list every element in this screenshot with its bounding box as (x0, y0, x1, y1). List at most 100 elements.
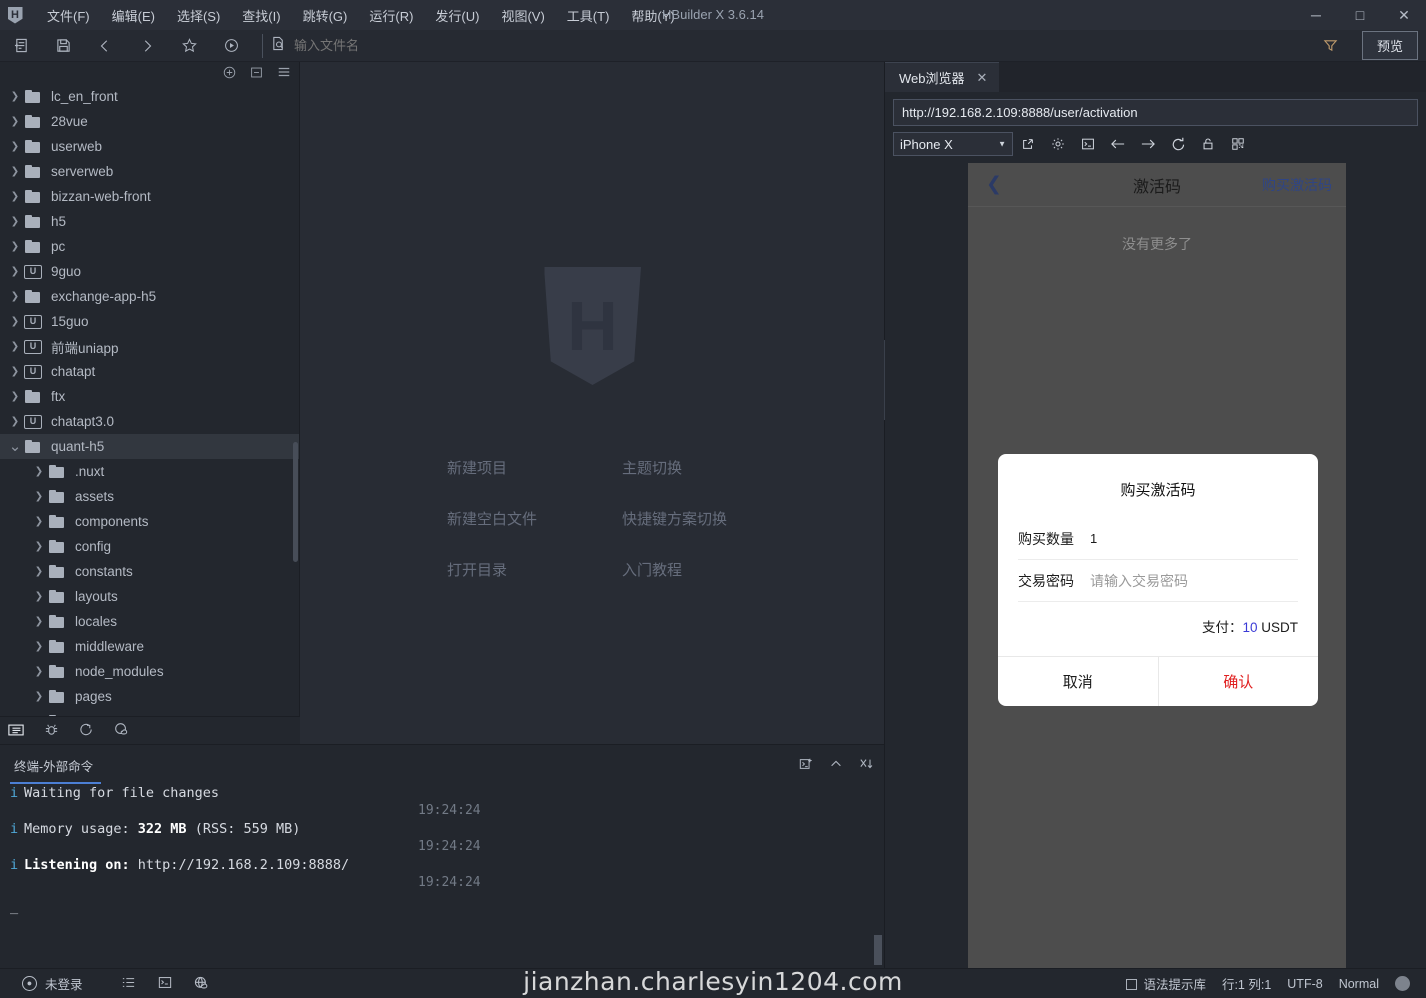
status-account[interactable]: ● 未登录 (0, 974, 83, 993)
tree-item-chatapt[interactable]: ❯ Uchatapt (0, 359, 299, 384)
maximize-button[interactable]: □ (1338, 0, 1382, 30)
chevron-right-icon[interactable]: ❯ (30, 641, 48, 652)
welcome-open-folder[interactable]: 打开目录 (447, 559, 622, 580)
welcome-theme-switch[interactable]: 主题切换 (622, 457, 727, 478)
url-input[interactable] (893, 99, 1418, 126)
tree-item-bizzan-web-front[interactable]: ❯ bizzan-web-front (0, 184, 299, 209)
tree-item-quant-h5[interactable]: ⌄ quant-h5 (0, 434, 299, 459)
modal-row-password[interactable]: 交易密码 请输入交易密码 (1018, 560, 1298, 602)
chevron-right-icon[interactable]: ❯ (6, 391, 24, 402)
chevron-right-icon[interactable]: ❯ (6, 216, 24, 227)
back-icon[interactable] (84, 31, 126, 61)
scroll-bottom-icon[interactable] (859, 757, 874, 773)
welcome-tutorial[interactable]: 入门教程 (622, 559, 727, 580)
qrcode-icon[interactable] (1223, 132, 1253, 156)
new-terminal-icon[interactable] (799, 757, 813, 773)
lock-icon[interactable] (1193, 132, 1223, 156)
tree-item-chatapt3.0[interactable]: ❯ Uchatapt3.0 (0, 409, 299, 434)
chevron-right-icon[interactable]: ❯ (6, 116, 24, 127)
chevron-right-icon[interactable]: ❯ (6, 291, 24, 302)
browser-forward-icon[interactable] (1133, 132, 1163, 156)
tree-item-.nuxt[interactable]: ❯ .nuxt (0, 459, 299, 484)
minimize-button[interactable]: ─ (1294, 0, 1338, 30)
search-input[interactable] (294, 38, 524, 53)
tree-item-assets[interactable]: ❯ assets (0, 484, 299, 509)
browser-icon[interactable] (194, 976, 209, 992)
close-button[interactable]: ✕ (1382, 0, 1426, 30)
terminal-tab[interactable]: 终端-外部命令 (10, 756, 102, 784)
project-manager-icon[interactable] (8, 723, 24, 739)
tree-item-pc[interactable]: ❯ pc (0, 234, 299, 259)
chevron-right-icon[interactable]: ❯ (6, 91, 24, 102)
chevron-right-icon[interactable]: ❯ (6, 191, 24, 202)
terminal-caret[interactable]: _ (10, 899, 884, 917)
cursor-position[interactable]: 行:1 列:1 (1222, 974, 1271, 993)
tree-item-locales[interactable]: ❯ locales (0, 609, 299, 634)
forward-icon[interactable] (126, 31, 168, 61)
chevron-right-icon[interactable]: ❯ (30, 666, 48, 677)
filter-icon[interactable] (1310, 31, 1352, 61)
chevron-right-icon[interactable]: ❯ (30, 591, 48, 602)
tree-item-serverweb[interactable]: ❯ serverweb (0, 159, 299, 184)
tree-item-node_modules[interactable]: ❯ node_modules (0, 659, 299, 684)
file-search-box[interactable] (262, 33, 524, 58)
file-tree[interactable]: ❯ lc_en_front ❯ 28vue ❯ userweb ❯ serverweb ❯ biz… (0, 84, 299, 744)
phone-preview[interactable]: ❮ 激活码 购买激活码 没有更多了 购买激活码 购买数量 1 交易密码 请输入交易密码… (968, 163, 1346, 969)
save-icon[interactable] (42, 31, 84, 61)
welcome-new-project[interactable]: 新建项目 (447, 457, 622, 478)
menu-edit[interactable]: 编辑(E) (101, 3, 166, 28)
chevron-right-icon[interactable]: ❯ (30, 466, 48, 477)
terminal-icon[interactable] (158, 976, 172, 991)
tree-item-ftx[interactable]: ❯ ftx (0, 384, 299, 409)
debug-icon[interactable] (44, 722, 59, 739)
settings-icon[interactable] (1043, 132, 1073, 156)
chevron-left-icon[interactable]: ❮ (986, 175, 1002, 194)
panel-resize-handle[interactable] (884, 340, 888, 420)
modal-row-value[interactable]: 1 (1090, 531, 1097, 546)
preview-button[interactable]: 预览 (1361, 31, 1418, 60)
welcome-shortcut-scheme[interactable]: 快捷键方案切换 (622, 508, 727, 529)
tree-item-9guo[interactable]: ❯ U 9guo (0, 259, 299, 284)
chevron-right-icon[interactable]: ❯ (30, 516, 48, 527)
chevron-right-icon[interactable]: ❯ (6, 266, 24, 277)
cancel-button[interactable]: 取消 (998, 657, 1158, 706)
chevron-right-icon[interactable]: ❯ (6, 341, 24, 352)
new-file-icon[interactable] (0, 31, 42, 61)
checkbox-icon[interactable] (1126, 979, 1138, 990)
tree-item-components[interactable]: ❯ components (0, 509, 299, 534)
menu-publish[interactable]: 发行(U) (424, 3, 490, 28)
tree-item-exchange-app-h5[interactable]: ❯ exchange-app-h5 (0, 284, 299, 309)
tree-item-28vue[interactable]: ❯ 28vue (0, 109, 299, 134)
tree-item-middleware[interactable]: ❯ middleware (0, 634, 299, 659)
collapse-icon[interactable] (250, 66, 263, 81)
close-icon[interactable]: ✕ (977, 70, 988, 86)
buy-activation-code-link[interactable]: 购买激活码 (1262, 175, 1332, 195)
reload-icon[interactable] (1163, 132, 1193, 156)
device-select[interactable]: iPhone X ▼ (893, 132, 1013, 156)
browser-tab[interactable]: Web浏览器 ✕ (885, 62, 1000, 92)
menu-icon[interactable] (277, 65, 291, 81)
mode-label[interactable]: Normal (1339, 977, 1379, 991)
modal-row-quantity[interactable]: 购买数量 1 (1018, 518, 1298, 560)
tree-item-constants[interactable]: ❯ constants (0, 559, 299, 584)
menu-view[interactable]: 视图(V) (490, 3, 555, 28)
chevron-right-icon[interactable]: ❯ (6, 241, 24, 252)
chevron-right-icon[interactable]: ❯ (6, 366, 24, 377)
menu-select[interactable]: 选择(S) (166, 3, 231, 28)
tree-item-layouts[interactable]: ❯ layouts (0, 584, 299, 609)
menu-help[interactable]: 帮助(Y) (620, 3, 685, 28)
menu-tools[interactable]: 工具(T) (556, 3, 621, 28)
chevron-right-icon[interactable]: ❯ (30, 566, 48, 577)
modal-row-placeholder[interactable]: 请输入交易密码 (1090, 571, 1188, 591)
welcome-new-blank-file[interactable]: 新建空白文件 (447, 508, 622, 529)
console-icon[interactable] (1073, 132, 1103, 156)
chevron-right-icon[interactable]: ❯ (6, 316, 24, 327)
run-icon[interactable] (210, 31, 252, 61)
tree-item-userweb[interactable]: ❯ userweb (0, 134, 299, 159)
syntax-hint-toggle[interactable]: 语法提示库 (1126, 974, 1206, 993)
add-icon[interactable] (223, 66, 236, 81)
outline-icon[interactable] (121, 976, 136, 991)
menu-goto[interactable]: 跳转(G) (292, 3, 359, 28)
menu-file[interactable]: 文件(F) (36, 3, 101, 28)
confirm-button[interactable]: 确认 (1157, 657, 1319, 706)
